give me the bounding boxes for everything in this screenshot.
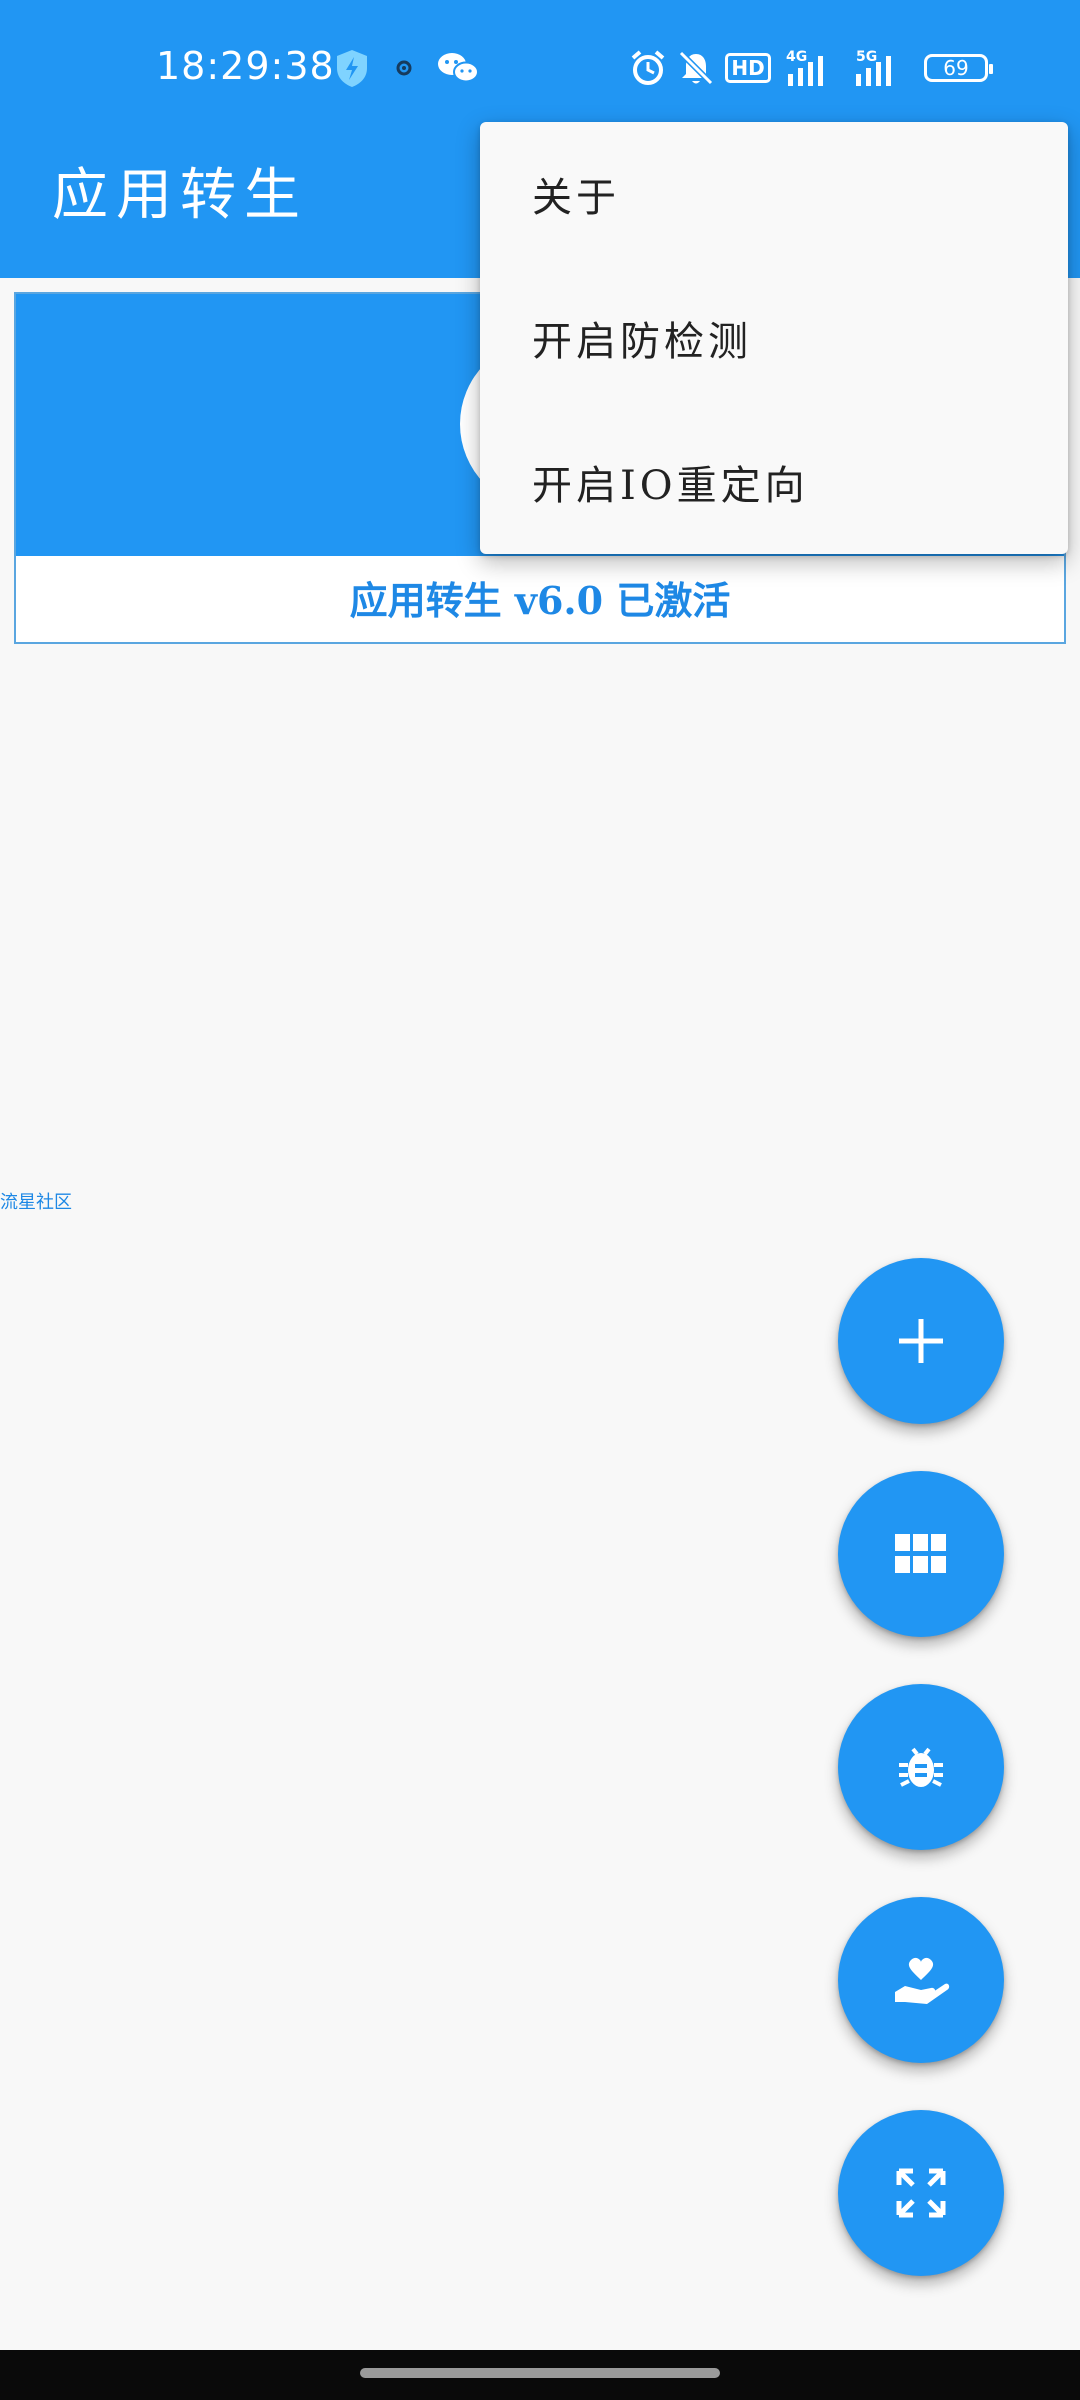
add-app-button[interactable] bbox=[838, 1258, 1004, 1424]
svg-text:4G: 4G bbox=[786, 49, 807, 65]
screen: 18:29:38 HD 4G 5G 69 应用转生 应用转生 v6.0 已激活 … bbox=[0, 0, 1080, 2400]
status-time: 18:29:38 bbox=[156, 44, 335, 88]
battery-icon: 69 bbox=[920, 48, 993, 88]
hd-icon: HD bbox=[725, 48, 771, 88]
community-link[interactable]: 流星社区 bbox=[0, 1188, 72, 1214]
expand-icon bbox=[896, 2168, 946, 2218]
camera-dot-icon bbox=[384, 48, 424, 88]
home-gesture-handle[interactable] bbox=[360, 2368, 720, 2378]
bug-icon bbox=[899, 1747, 943, 1787]
alarm-icon bbox=[628, 48, 668, 88]
grid-icon bbox=[895, 1534, 946, 1573]
signal-4g-icon: 4G bbox=[786, 48, 838, 88]
activation-status: 应用转生 v6.0 已激活 bbox=[349, 578, 731, 623]
apps-grid-button[interactable] bbox=[838, 1471, 1004, 1637]
overflow-menu: 关于 开启防检测 开启IO重定向 bbox=[480, 122, 1068, 554]
fullscreen-button[interactable] bbox=[838, 2110, 1004, 2276]
debug-button[interactable] bbox=[838, 1684, 1004, 1850]
menu-item-io-redirect[interactable]: 开启IO重定向 bbox=[532, 442, 1032, 522]
wechat-icon bbox=[434, 48, 482, 88]
donate-heart-icon bbox=[895, 1957, 950, 2004]
bell-muted-icon bbox=[676, 48, 716, 88]
menu-item-about[interactable]: 关于 bbox=[532, 154, 1032, 234]
svg-text:5G: 5G bbox=[856, 49, 877, 65]
donate-button[interactable] bbox=[838, 1897, 1004, 2063]
status-bar: 18:29:38 HD 4G 5G 69 bbox=[0, 0, 1080, 136]
page-title: 应用转生 bbox=[52, 163, 308, 228]
menu-item-anti-detection[interactable]: 开启防检测 bbox=[532, 298, 1032, 378]
shield-bolt-icon bbox=[332, 48, 372, 88]
plus-icon bbox=[899, 1319, 943, 1363]
signal-5g-icon: 5G bbox=[848, 48, 908, 88]
